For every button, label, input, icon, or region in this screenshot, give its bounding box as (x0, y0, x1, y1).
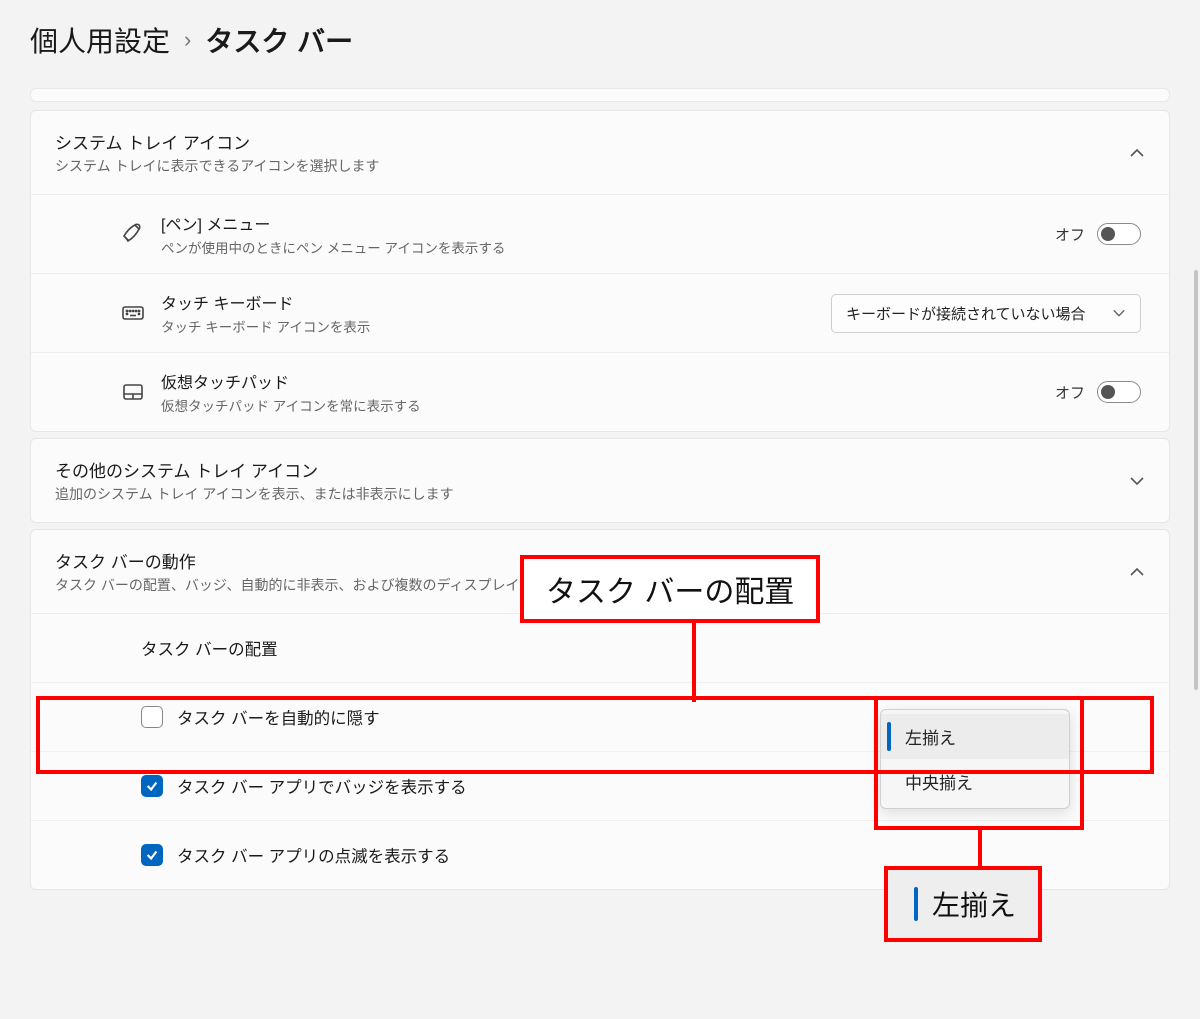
breadcrumb-parent[interactable]: 個人用設定 (30, 20, 170, 60)
chevron-down-icon (1112, 306, 1126, 320)
dropdown-option-center[interactable]: 中央揃え (881, 759, 1069, 804)
row-pen-menu: [ペン] メニュー ペンが使用中のときにペン メニュー アイコンを表示する オフ (31, 194, 1169, 273)
row-virtual-touchpad: 仮想タッチパッド 仮想タッチパッド アイコンを常に表示する オフ (31, 352, 1169, 431)
section-system-tray: システム トレイ アイコン システム トレイに表示できるアイコンを選択します [… (30, 110, 1170, 432)
toggle-pen-menu[interactable] (1097, 223, 1141, 245)
breadcrumb-current: タスク バー (205, 20, 353, 60)
checkbox-show-flash[interactable] (141, 844, 163, 866)
row-title: タッチ キーボード (161, 290, 831, 314)
dropdown-touch-keyboard[interactable]: キーボードが接続されていない場合 (831, 294, 1141, 333)
checkbox-label: タスク バー アプリの点滅を表示する (177, 843, 450, 867)
annotation-selected-value: 左揃え (884, 866, 1042, 942)
breadcrumb-separator: › (184, 27, 191, 53)
row-desc: ペンが使用中のときにペン メニュー アイコンを表示する (161, 237, 1055, 257)
checkbox-show-badges[interactable] (141, 775, 163, 797)
checkbox-label: タスク バー アプリでバッジを表示する (177, 774, 467, 798)
section-other-tray[interactable]: その他のシステム トレイ アイコン 追加のシステム トレイ アイコンを表示、また… (30, 438, 1170, 523)
chevron-up-icon (1129, 145, 1145, 161)
dropdown-value: キーボードが接続されていない場合 (846, 303, 1086, 324)
touchpad-icon (113, 380, 153, 404)
section-title: その他のシステム トレイ アイコン (55, 457, 1129, 482)
toggle-state-text: オフ (1055, 382, 1085, 403)
alignment-label: タスク バーの配置 (141, 636, 278, 660)
row-desc: タッチ キーボード アイコンを表示 (161, 316, 831, 336)
dropdown-popup-alignment[interactable]: 左揃え 中央揃え (880, 709, 1070, 809)
keyboard-icon (113, 301, 153, 325)
row-title: 仮想タッチパッド (161, 369, 1055, 393)
card-spacer-top (30, 88, 1170, 102)
pen-icon (113, 222, 153, 246)
section-desc: 追加のシステム トレイ アイコンを表示、または非表示にします (55, 484, 1129, 504)
toggle-virtual-touchpad[interactable] (1097, 381, 1141, 403)
section-title: システム トレイ アイコン (55, 129, 1129, 154)
checkbox-label: タスク バーを自動的に隠す (177, 705, 380, 729)
row-taskbar-alignment: タスク バーの配置 (31, 614, 1169, 683)
section-desc: システム トレイに表示できるアイコンを選択します (55, 156, 1129, 176)
breadcrumb: 個人用設定 › タスク バー (30, 20, 1170, 60)
scrollbar[interactable] (1194, 270, 1198, 690)
annotation-label: タスク バーの配置 (520, 555, 820, 623)
section-header-system-tray[interactable]: システム トレイ アイコン システム トレイに表示できるアイコンを選択します (31, 111, 1169, 194)
toggle-state-text: オフ (1055, 224, 1085, 245)
row-desc: 仮想タッチパッド アイコンを常に表示する (161, 395, 1055, 415)
chevron-up-icon (1129, 564, 1145, 580)
row-title: [ペン] メニュー (161, 211, 1055, 235)
chevron-down-icon (1129, 473, 1145, 489)
row-touch-keyboard: タッチ キーボード タッチ キーボード アイコンを表示 キーボードが接続されてい… (31, 273, 1169, 352)
checkbox-auto-hide[interactable] (141, 706, 163, 728)
dropdown-option-left[interactable]: 左揃え (881, 714, 1069, 759)
